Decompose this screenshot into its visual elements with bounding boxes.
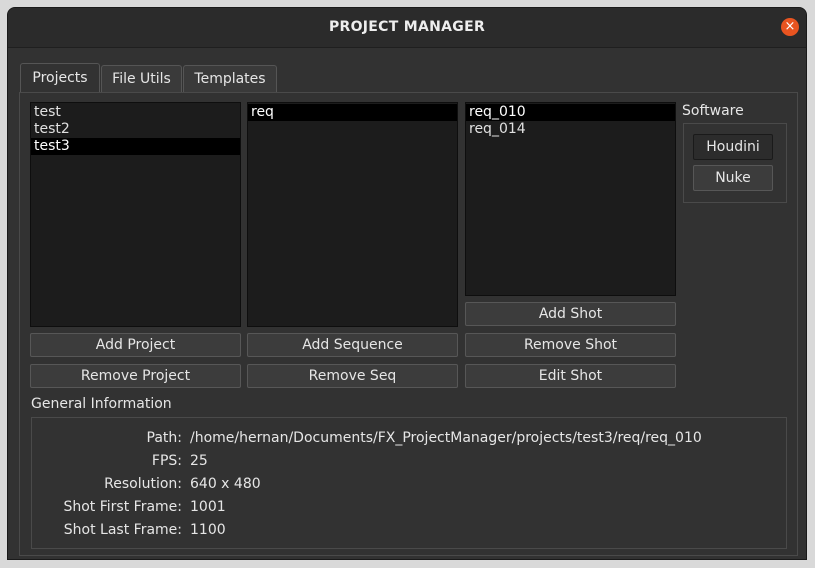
- houdini-button[interactable]: Houdini: [693, 134, 773, 160]
- general-info-group: Path: /home/hernan/Documents/FX_ProjectM…: [31, 417, 787, 549]
- nuke-button[interactable]: Nuke: [693, 165, 773, 191]
- shot-last-frame-value: 1100: [190, 522, 226, 538]
- shot-first-frame-label: Shot First Frame:: [63, 499, 182, 515]
- shot-last-frame-label: Shot Last Frame:: [63, 522, 182, 538]
- projects-tab-panel: test test2 test3 req req_010 req_014 Sof…: [19, 92, 798, 556]
- add-sequence-button[interactable]: Add Sequence: [247, 333, 458, 357]
- projects-list[interactable]: test test2 test3: [30, 102, 241, 327]
- resolution-value: 640 x 480: [190, 476, 261, 492]
- tab-projects[interactable]: Projects: [20, 63, 100, 93]
- list-item-project-test[interactable]: test: [31, 104, 240, 121]
- remove-project-button[interactable]: Remove Project: [30, 364, 241, 388]
- fps-value: 25: [190, 453, 208, 469]
- path-label: Path:: [146, 430, 182, 446]
- remove-sequence-button[interactable]: Remove Seq: [247, 364, 458, 388]
- remove-shot-button[interactable]: Remove Shot: [465, 333, 676, 357]
- window-title: PROJECT MANAGER: [328, 19, 486, 35]
- add-project-button[interactable]: Add Project: [30, 333, 241, 357]
- resolution-label: Resolution:: [104, 476, 182, 492]
- add-shot-button[interactable]: Add Shot: [465, 302, 676, 326]
- shot-first-frame-value: 1001: [190, 499, 226, 515]
- project-manager-window: PROJECT MANAGER × Projects File Utils Te…: [7, 7, 807, 560]
- list-item-project-test2[interactable]: test2: [31, 121, 240, 138]
- title-bar[interactable]: PROJECT MANAGER ×: [8, 8, 806, 48]
- shots-list[interactable]: req_010 req_014: [465, 102, 676, 296]
- list-item-shot-req-014[interactable]: req_014: [466, 121, 675, 138]
- path-value: /home/hernan/Documents/FX_ProjectManager…: [190, 430, 702, 446]
- tab-file-utils[interactable]: File Utils: [101, 65, 182, 93]
- list-item-shot-req-010[interactable]: req_010: [466, 104, 675, 121]
- list-item-project-test3[interactable]: test3: [31, 138, 240, 155]
- software-group-title: Software: [682, 103, 744, 119]
- general-info-title: General Information: [31, 396, 172, 412]
- fps-label: FPS:: [151, 453, 182, 469]
- sequences-list[interactable]: req: [247, 102, 458, 327]
- close-icon[interactable]: ×: [781, 18, 799, 36]
- tab-templates[interactable]: Templates: [183, 65, 277, 93]
- edit-shot-button[interactable]: Edit Shot: [465, 364, 676, 388]
- software-group: Houdini Nuke: [683, 123, 787, 203]
- list-item-sequence-req[interactable]: req: [248, 104, 457, 121]
